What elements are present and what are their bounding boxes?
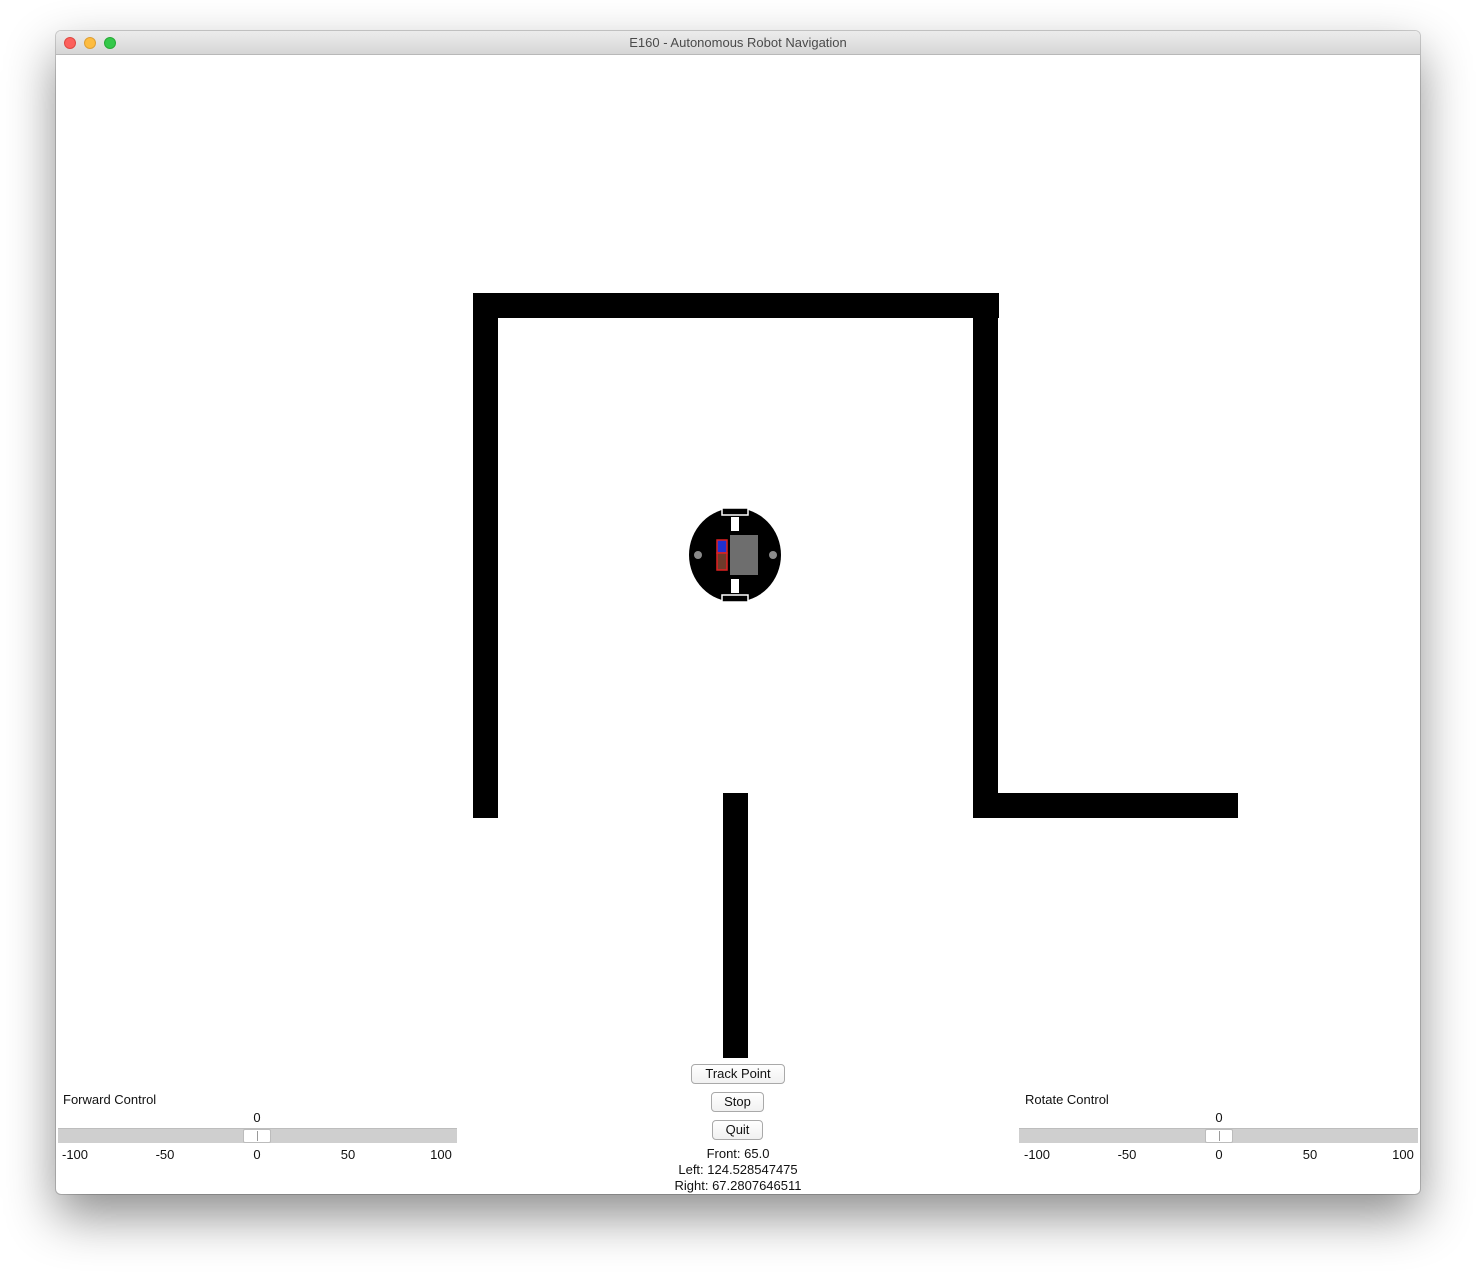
title-bar[interactable]: E160 - Autonomous Robot Navigation (56, 31, 1420, 55)
forward-tick-label: -50 (155, 1147, 175, 1162)
forward-tick-label: -100 (61, 1147, 89, 1162)
rotate-control-thumb[interactable] (1205, 1129, 1233, 1143)
robot-caster-right (769, 551, 777, 559)
sensor-left-readout: Left: 124.528547475 (678, 1162, 798, 1177)
robot-caster-left (694, 551, 702, 559)
wall-left (473, 293, 498, 818)
forward-control-value: 0 (253, 1110, 261, 1125)
forward-tick-label: 50 (340, 1147, 356, 1162)
app-window: E160 - Autonomous Robot Navigation Track (56, 31, 1420, 1194)
rotate-control-slider[interactable] (1019, 1128, 1418, 1143)
rotate-control-value: 0 (1215, 1110, 1223, 1125)
forward-tick-label: 100 (430, 1147, 452, 1162)
rotate-tick-label: 0 (1215, 1147, 1223, 1162)
sensor-right-readout: Right: 67.2807646511 (674, 1178, 802, 1193)
rotate-tick-label: -100 (1023, 1147, 1051, 1162)
rotate-tick-label: 50 (1302, 1147, 1318, 1162)
wall-center-stem (723, 793, 748, 1058)
forward-control-thumb[interactable] (243, 1129, 271, 1143)
wall-right (973, 293, 998, 818)
stop-button[interactable]: Stop (711, 1092, 764, 1112)
track-point-button[interactable]: Track Point (691, 1064, 785, 1084)
window-title: E160 - Autonomous Robot Navigation (629, 35, 847, 50)
quit-button[interactable]: Quit (712, 1120, 763, 1140)
rotate-tick-label: 100 (1392, 1147, 1414, 1162)
robot-axle-top (731, 517, 739, 531)
forward-control-slider[interactable] (58, 1128, 457, 1143)
robot-wheel-top (721, 507, 749, 516)
robot-board (730, 535, 758, 575)
rotate-control-label: Rotate Control (1025, 1092, 1109, 1107)
robot (689, 507, 781, 603)
wall-top (473, 293, 999, 318)
robot-wheel-bottom (721, 594, 749, 603)
forward-tick-label: 0 (253, 1147, 261, 1162)
robot-axle-bottom (731, 579, 739, 593)
rotate-tick-label: -50 (1117, 1147, 1137, 1162)
wall-bottom-right (973, 793, 1238, 818)
robot-blue-marker (716, 539, 728, 554)
forward-control-label: Forward Control (63, 1092, 157, 1107)
simulation-canvas (473, 293, 1238, 1058)
robot-red-marker (716, 552, 728, 571)
